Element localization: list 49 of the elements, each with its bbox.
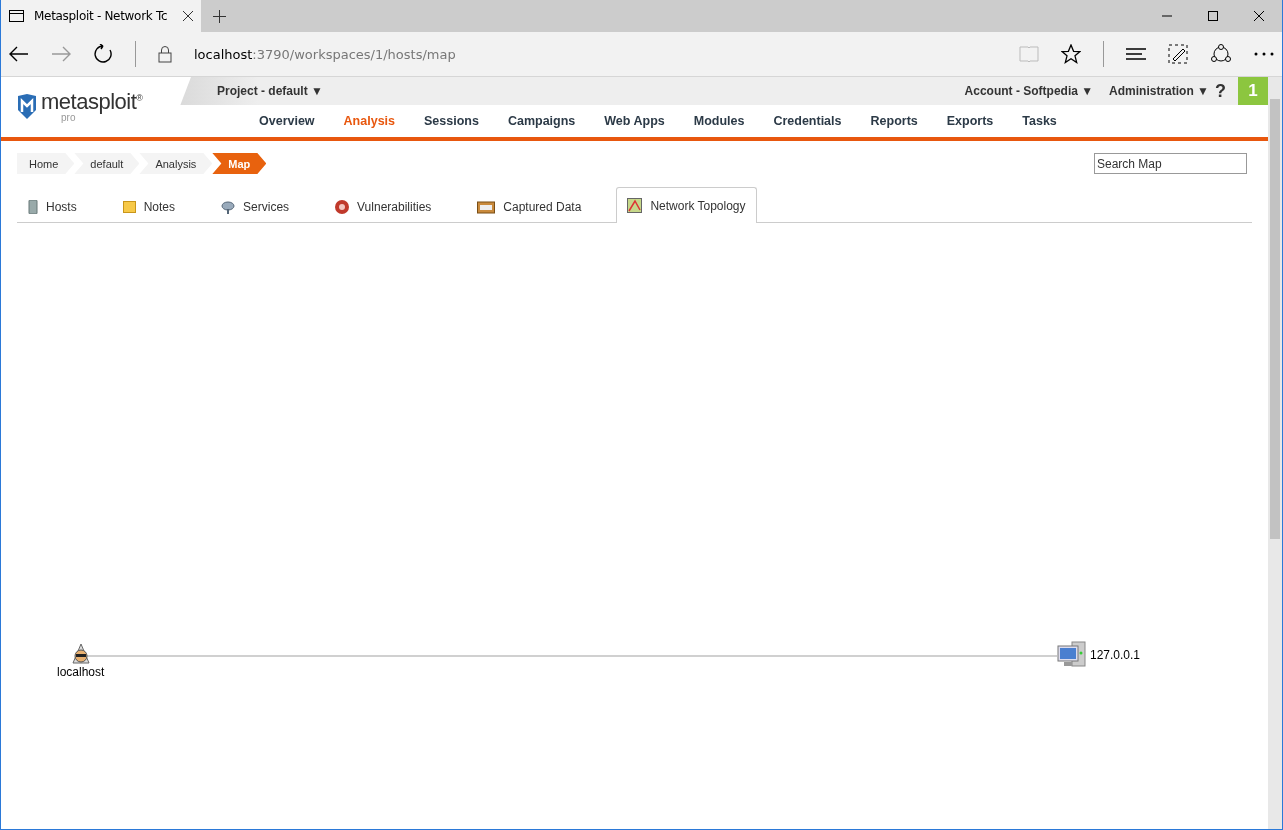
project-menu[interactable]: Project - default ▼ xyxy=(217,84,323,98)
pen-note-icon[interactable] xyxy=(1168,44,1188,64)
nav-link[interactable]: Analysis xyxy=(343,114,395,128)
lock-icon xyxy=(158,45,172,63)
node-label: 127.0.0.1 xyxy=(1090,648,1141,662)
computer-icon xyxy=(1057,641,1087,669)
tab-title: Metasploit - Network Tc xyxy=(34,9,169,23)
nav-link[interactable]: Credentials xyxy=(773,114,842,128)
tab[interactable]: Network Topology xyxy=(616,187,757,223)
map-icon xyxy=(627,198,643,213)
search-field[interactable]: Search Map xyxy=(1094,153,1247,174)
note-icon xyxy=(122,200,136,213)
satellite-dish-icon xyxy=(221,199,236,214)
nav-link[interactable]: Modules xyxy=(693,114,745,128)
hacker-avatar-icon xyxy=(69,643,92,665)
logo-text: metasploit$^{®}$ xyxy=(41,91,143,113)
biohazard-icon xyxy=(335,199,350,214)
plus-icon[interactable] xyxy=(212,9,226,23)
back-arrow-icon[interactable] xyxy=(9,46,29,62)
nav-link[interactable]: Campaigns xyxy=(507,114,576,128)
node-label: localhost xyxy=(57,665,105,679)
browser-tab[interactable]: Metasploit - Network Tc xyxy=(1,0,201,32)
nav-link[interactable]: Reports xyxy=(870,114,918,128)
refresh-icon[interactable] xyxy=(93,44,113,64)
logo-edition: pro xyxy=(61,113,76,123)
nav-link[interactable]: Overview xyxy=(259,114,315,128)
chest-icon xyxy=(477,199,496,214)
nav-link[interactable]: Tasks xyxy=(1022,114,1057,128)
close-icon[interactable] xyxy=(1254,11,1264,21)
nav-link[interactable]: Exports xyxy=(946,114,994,128)
shield-logo-icon xyxy=(17,94,37,120)
breadcrumb[interactable]: Home xyxy=(17,153,75,174)
menu-icon[interactable] xyxy=(1126,47,1146,61)
star-icon[interactable] xyxy=(1061,44,1081,64)
nav-link[interactable]: Web Apps xyxy=(604,114,665,128)
server-icon xyxy=(28,199,38,214)
scrollbar[interactable] xyxy=(1268,77,1282,829)
forward-arrow-icon[interactable] xyxy=(51,46,71,62)
breadcrumb[interactable]: Analysis xyxy=(139,153,213,174)
administration-menu[interactable]: Administration ▼ xyxy=(1109,84,1209,98)
account-menu[interactable]: Account - Softpedia ▼ xyxy=(964,84,1094,98)
nav-link[interactable]: Sessions xyxy=(424,114,479,128)
maximize-icon[interactable] xyxy=(1208,11,1218,21)
breadcrumb[interactable]: default xyxy=(74,153,140,174)
more-icon[interactable] xyxy=(1254,52,1274,56)
share-icon[interactable] xyxy=(1210,44,1232,64)
window-icon xyxy=(9,10,24,22)
close-icon[interactable] xyxy=(183,11,193,21)
help-link[interactable]: ? xyxy=(1215,80,1226,102)
